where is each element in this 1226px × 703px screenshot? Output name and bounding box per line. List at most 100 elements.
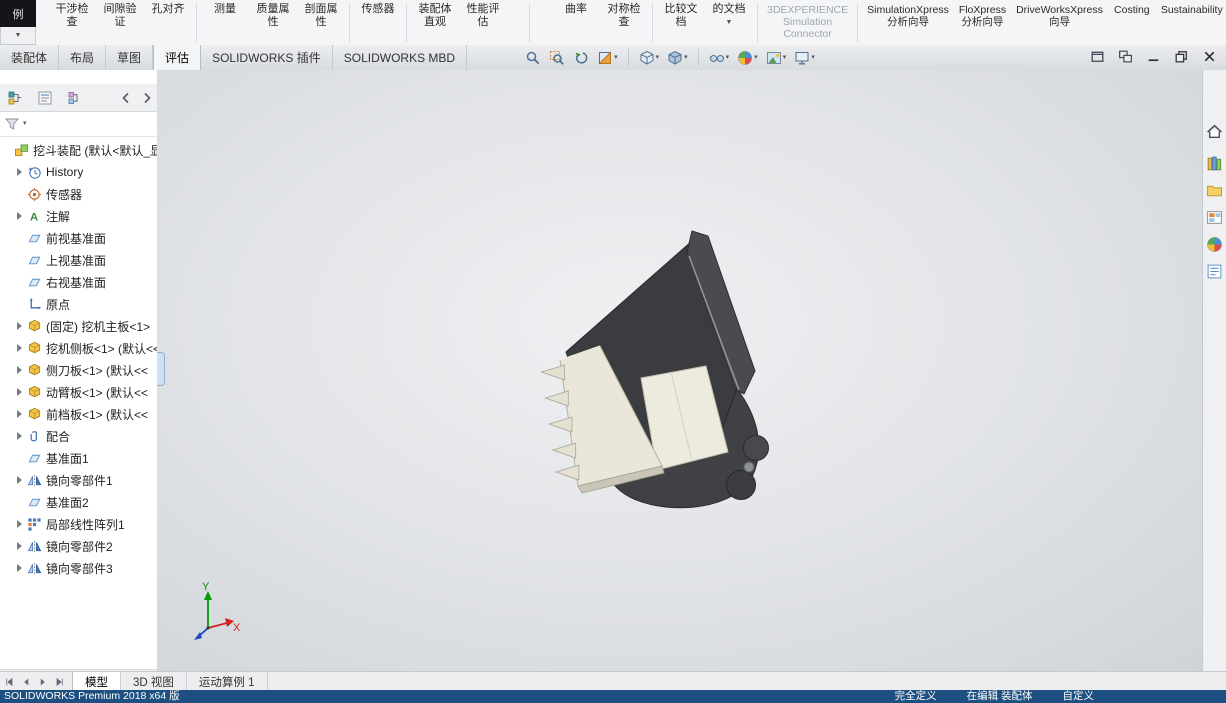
design-library-button[interactable] (1205, 154, 1224, 173)
document-tab[interactable]: 模型 (72, 672, 121, 691)
expand-arrow-icon[interactable] (17, 366, 22, 374)
ribbon-button-simulationxpress-wizard[interactable]: SimulationXpress 分析向导 (862, 3, 954, 28)
ribbon-button-symmetry-check[interactable]: 对称检查 (600, 3, 648, 29)
ribbon-button-mass-properties[interactable]: 质量属性 (249, 3, 297, 29)
tree-item[interactable]: (固定) 挖机主板<1> (0, 315, 157, 337)
expand-arrow-icon[interactable] (17, 344, 22, 352)
expand-arrow-icon[interactable] (17, 476, 22, 484)
window-icon-2-button[interactable] (1117, 48, 1134, 68)
tree-item[interactable]: 局部线性阵列1 (0, 513, 157, 535)
dropdown-arrow-icon[interactable]: ▾ (783, 54, 787, 62)
command-tab[interactable]: SOLIDWORKS 插件 (201, 45, 333, 70)
expand-arrow-icon[interactable] (17, 564, 22, 572)
ribbon-button-curvature[interactable]: 曲率 (552, 3, 600, 16)
view-palette-button[interactable] (1205, 208, 1224, 227)
ribbon-button-3dexperience-simulation-connector[interactable]: 3DEXPERIENCE Simulation Connector (762, 3, 853, 40)
dropdown-arrow-icon[interactable]: ▾ (754, 54, 758, 62)
expand-arrow-icon[interactable] (17, 388, 22, 396)
expand-arrow-icon[interactable] (17, 410, 22, 418)
tree-item[interactable]: 镜向零部件1 (0, 469, 157, 491)
model-canvas[interactable]: Y X (157, 70, 1203, 671)
tree-item[interactable]: A 注解 (0, 205, 157, 227)
last-tab-button[interactable] (51, 672, 68, 691)
section-view-button[interactable]: ▾ (594, 48, 621, 68)
graphics-viewport[interactable]: Y X (157, 70, 1203, 671)
panel-tabs-scroll-left[interactable] (119, 87, 132, 109)
expand-arrow-icon[interactable] (17, 168, 22, 176)
document-tab[interactable]: 3D 视图 (121, 672, 187, 691)
dropdown-arrow-icon[interactable]: ▾ (726, 54, 730, 62)
tree-item[interactable]: 镜向零部件2 (0, 535, 157, 557)
excavator-bucket-model[interactable] (540, 230, 769, 509)
dropdown-arrow-icon[interactable]: ▼ (710, 19, 748, 27)
zoom-area-button[interactable] (546, 48, 568, 68)
clipped-dropdown-arrow-icon[interactable]: ▼ (0, 27, 36, 45)
previous-view-button[interactable] (570, 48, 592, 68)
apply-scene-button[interactable]: ▾ (763, 48, 790, 68)
edit-appearance-button[interactable]: ▾ (734, 48, 761, 68)
tree-item[interactable]: History (0, 161, 157, 183)
tree-item[interactable]: 右视基准面 (0, 271, 157, 293)
tree-item[interactable]: 传感器 (0, 183, 157, 205)
restore-button[interactable] (1173, 48, 1190, 68)
tree-item[interactable]: 前档板<1> (默认<< (0, 403, 157, 425)
expand-arrow-icon[interactable] (17, 542, 22, 550)
tree-item[interactable]: 上视基准面 (0, 249, 157, 271)
filter-icon[interactable] (4, 116, 20, 132)
dropdown-arrow-icon[interactable]: ▾ (656, 54, 660, 62)
tree-item[interactable]: 挖机侧板<1> (默认<< (0, 337, 157, 359)
ribbon-button-compare-documents[interactable]: 比较文档 (657, 3, 705, 29)
command-tab[interactable]: 评估 (153, 45, 202, 70)
dropdown-arrow-icon[interactable]: ▾ (684, 54, 688, 62)
panel-tab-configuration-manager[interactable] (64, 87, 86, 109)
ribbon-button-clearance-verify[interactable]: 间隙验证 (96, 3, 144, 29)
expand-arrow-icon[interactable] (17, 322, 22, 330)
ribbon-button-floxpress-wizard[interactable]: FloXpress 分析向导 (954, 3, 1011, 28)
tree-item[interactable]: 动臂板<1> (默认<< (0, 381, 157, 403)
panel-tabs-scroll-right[interactable] (140, 87, 153, 109)
bucket-tooth[interactable] (551, 442, 577, 459)
filter-dropdown-arrow-icon[interactable]: ▾ (23, 120, 27, 128)
solidworks-resources-button[interactable] (1205, 122, 1224, 141)
clipped-toolbar-button[interactable]: 例 ▼ (0, 0, 36, 45)
zoom-fit-button[interactable] (522, 48, 544, 68)
document-tab[interactable]: 运动算例 1 (187, 672, 268, 691)
tree-item[interactable]: 配合 (0, 425, 157, 447)
ribbon-button-measure[interactable]: 测量 (201, 3, 249, 16)
command-tab[interactable]: SOLIDWORKS MBD (333, 45, 468, 70)
tree-item[interactable]: 前视基准面 (0, 227, 157, 249)
expand-arrow-icon[interactable] (17, 432, 22, 440)
minimize-button[interactable] (1145, 48, 1162, 68)
panel-splitter-handle[interactable] (157, 352, 165, 386)
ribbon-button-section-properties[interactable]: 剖面属性 (297, 3, 345, 29)
tree-item[interactable]: 基准面2 (0, 491, 157, 513)
view-settings-button[interactable]: ▾ (791, 48, 818, 68)
custom-properties-button[interactable] (1205, 262, 1224, 281)
ribbon-button-sustainability[interactable]: Sustainability (1156, 3, 1226, 16)
ribbon-button-costing[interactable]: Costing (1108, 3, 1156, 16)
prev-tab-button[interactable] (17, 672, 34, 691)
dropdown-arrow-icon[interactable]: ▾ (614, 54, 618, 62)
ribbon-button-sensor[interactable]: 传感器 (354, 3, 402, 16)
bucket-tooth[interactable] (544, 390, 569, 407)
file-explorer-button[interactable] (1205, 181, 1224, 200)
appearances-scenes-button[interactable] (1205, 235, 1224, 254)
window-icon-1-button[interactable] (1089, 48, 1106, 68)
ribbon-button-assembly-visualization[interactable]: 装配体 直观 (411, 3, 459, 29)
first-tab-button[interactable] (0, 672, 17, 691)
tree-item[interactable]: 基准面1 (0, 447, 157, 469)
command-tab[interactable]: 装配体 (0, 45, 60, 70)
panel-tab-feature-manager[interactable] (4, 87, 26, 109)
expand-arrow-icon[interactable] (17, 520, 22, 528)
dropdown-arrow-icon[interactable]: ▾ (811, 54, 815, 62)
ribbon-button-hole-alignment[interactable]: 孔对齐 (144, 3, 192, 16)
bucket-tooth[interactable] (540, 364, 565, 381)
tree-item[interactable]: 镜向零部件3 (0, 557, 157, 579)
mount-lug-upper[interactable] (743, 435, 769, 461)
command-tab[interactable]: 布局 (59, 45, 107, 70)
panel-tab-property-manager[interactable] (34, 87, 56, 109)
display-style-button[interactable]: ▾ (664, 48, 691, 68)
mount-lug-lower[interactable] (726, 470, 756, 500)
hide-show-items-button[interactable]: ▾ (706, 48, 733, 68)
bucket-tooth[interactable] (547, 416, 573, 433)
